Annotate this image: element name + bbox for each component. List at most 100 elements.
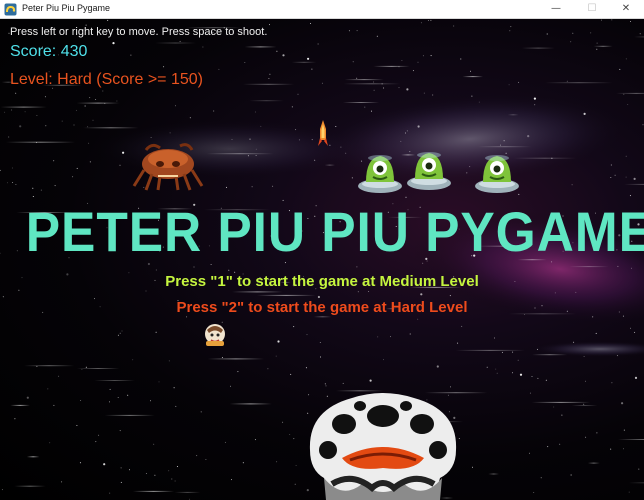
star — [163, 66, 165, 68]
star — [53, 160, 55, 162]
star-streak — [593, 45, 613, 47]
star — [119, 430, 121, 432]
star — [121, 330, 123, 332]
star — [36, 115, 38, 116]
star — [230, 385, 231, 387]
star-streak — [155, 42, 196, 44]
star — [179, 40, 181, 42]
star — [625, 155, 627, 157]
star — [409, 333, 411, 335]
player-sprite-icon — [205, 324, 225, 346]
star — [319, 342, 321, 343]
star — [461, 325, 463, 327]
star — [616, 355, 618, 357]
star — [272, 185, 274, 187]
start-medium-option[interactable]: Press "1" to start the game at Medium Le… — [0, 273, 644, 290]
star — [508, 84, 510, 86]
star — [176, 466, 178, 467]
star-streak — [455, 349, 525, 351]
window-titlebar[interactable]: Peter Piu Piu Pygame — ☐ ✕ — [0, 0, 644, 19]
star — [103, 463, 106, 466]
star — [496, 372, 498, 374]
star — [470, 70, 471, 72]
star-streak — [569, 266, 609, 268]
star — [210, 264, 212, 265]
star — [534, 104, 536, 106]
star — [54, 185, 56, 187]
star — [0, 169, 1, 171]
close-button[interactable]: ✕ — [608, 0, 644, 18]
star-streak — [488, 473, 499, 475]
star — [295, 465, 297, 466]
star — [596, 42, 598, 44]
minimize-button[interactable]: — — [538, 0, 574, 18]
star-streak — [104, 414, 155, 416]
star — [610, 448, 612, 450]
star — [518, 81, 520, 83]
star — [247, 155, 249, 157]
star — [369, 379, 372, 382]
star-streak — [624, 183, 644, 185]
star — [583, 112, 586, 115]
star — [417, 125, 420, 128]
star — [145, 290, 147, 292]
star — [572, 32, 574, 34]
star — [88, 142, 90, 144]
star — [390, 336, 391, 338]
star — [44, 96, 46, 98]
star — [107, 19, 109, 21]
instructions-text: Press left or right key to move. Press s… — [10, 26, 268, 38]
star — [460, 58, 462, 60]
star — [356, 77, 358, 79]
star — [14, 418, 16, 420]
star — [221, 357, 223, 358]
star — [255, 148, 257, 150]
star — [119, 164, 121, 166]
star — [639, 33, 641, 35]
star — [7, 182, 8, 184]
star — [317, 43, 319, 45]
star — [36, 142, 38, 143]
start-hard-option[interactable]: Press "2" to start the game at Hard Leve… — [0, 299, 644, 316]
star — [231, 139, 233, 140]
star — [627, 104, 629, 105]
star-streak — [244, 46, 277, 48]
star — [583, 356, 585, 357]
star — [15, 92, 17, 94]
star-streak — [462, 76, 483, 78]
star — [486, 366, 488, 368]
star — [519, 373, 523, 376]
star — [383, 359, 384, 361]
star — [500, 144, 501, 146]
star — [244, 62, 246, 63]
star — [61, 481, 63, 483]
maximize-button[interactable]: ☐ — [574, 0, 610, 18]
star — [634, 331, 636, 333]
star — [92, 119, 94, 121]
star — [109, 388, 111, 390]
star — [242, 462, 244, 464]
star — [117, 397, 119, 398]
star — [76, 167, 78, 169]
star — [512, 372, 513, 374]
star — [601, 19, 602, 21]
star — [610, 177, 612, 178]
star — [585, 436, 587, 438]
star — [282, 421, 284, 423]
star — [117, 334, 119, 336]
star — [249, 138, 251, 140]
star — [512, 351, 514, 353]
star — [89, 161, 91, 163]
star — [570, 474, 572, 476]
star — [592, 316, 594, 318]
star — [40, 189, 42, 191]
star — [202, 46, 204, 48]
star — [58, 375, 60, 377]
star — [294, 483, 296, 485]
game-window: Peter Piu Piu Pygame — ☐ ✕ Press left or… — [0, 0, 644, 500]
star — [417, 61, 419, 63]
star-streak — [232, 291, 283, 293]
star — [102, 90, 104, 92]
star — [566, 80, 568, 82]
game-canvas[interactable]: Press left or right key to move. Press s… — [0, 19, 644, 500]
